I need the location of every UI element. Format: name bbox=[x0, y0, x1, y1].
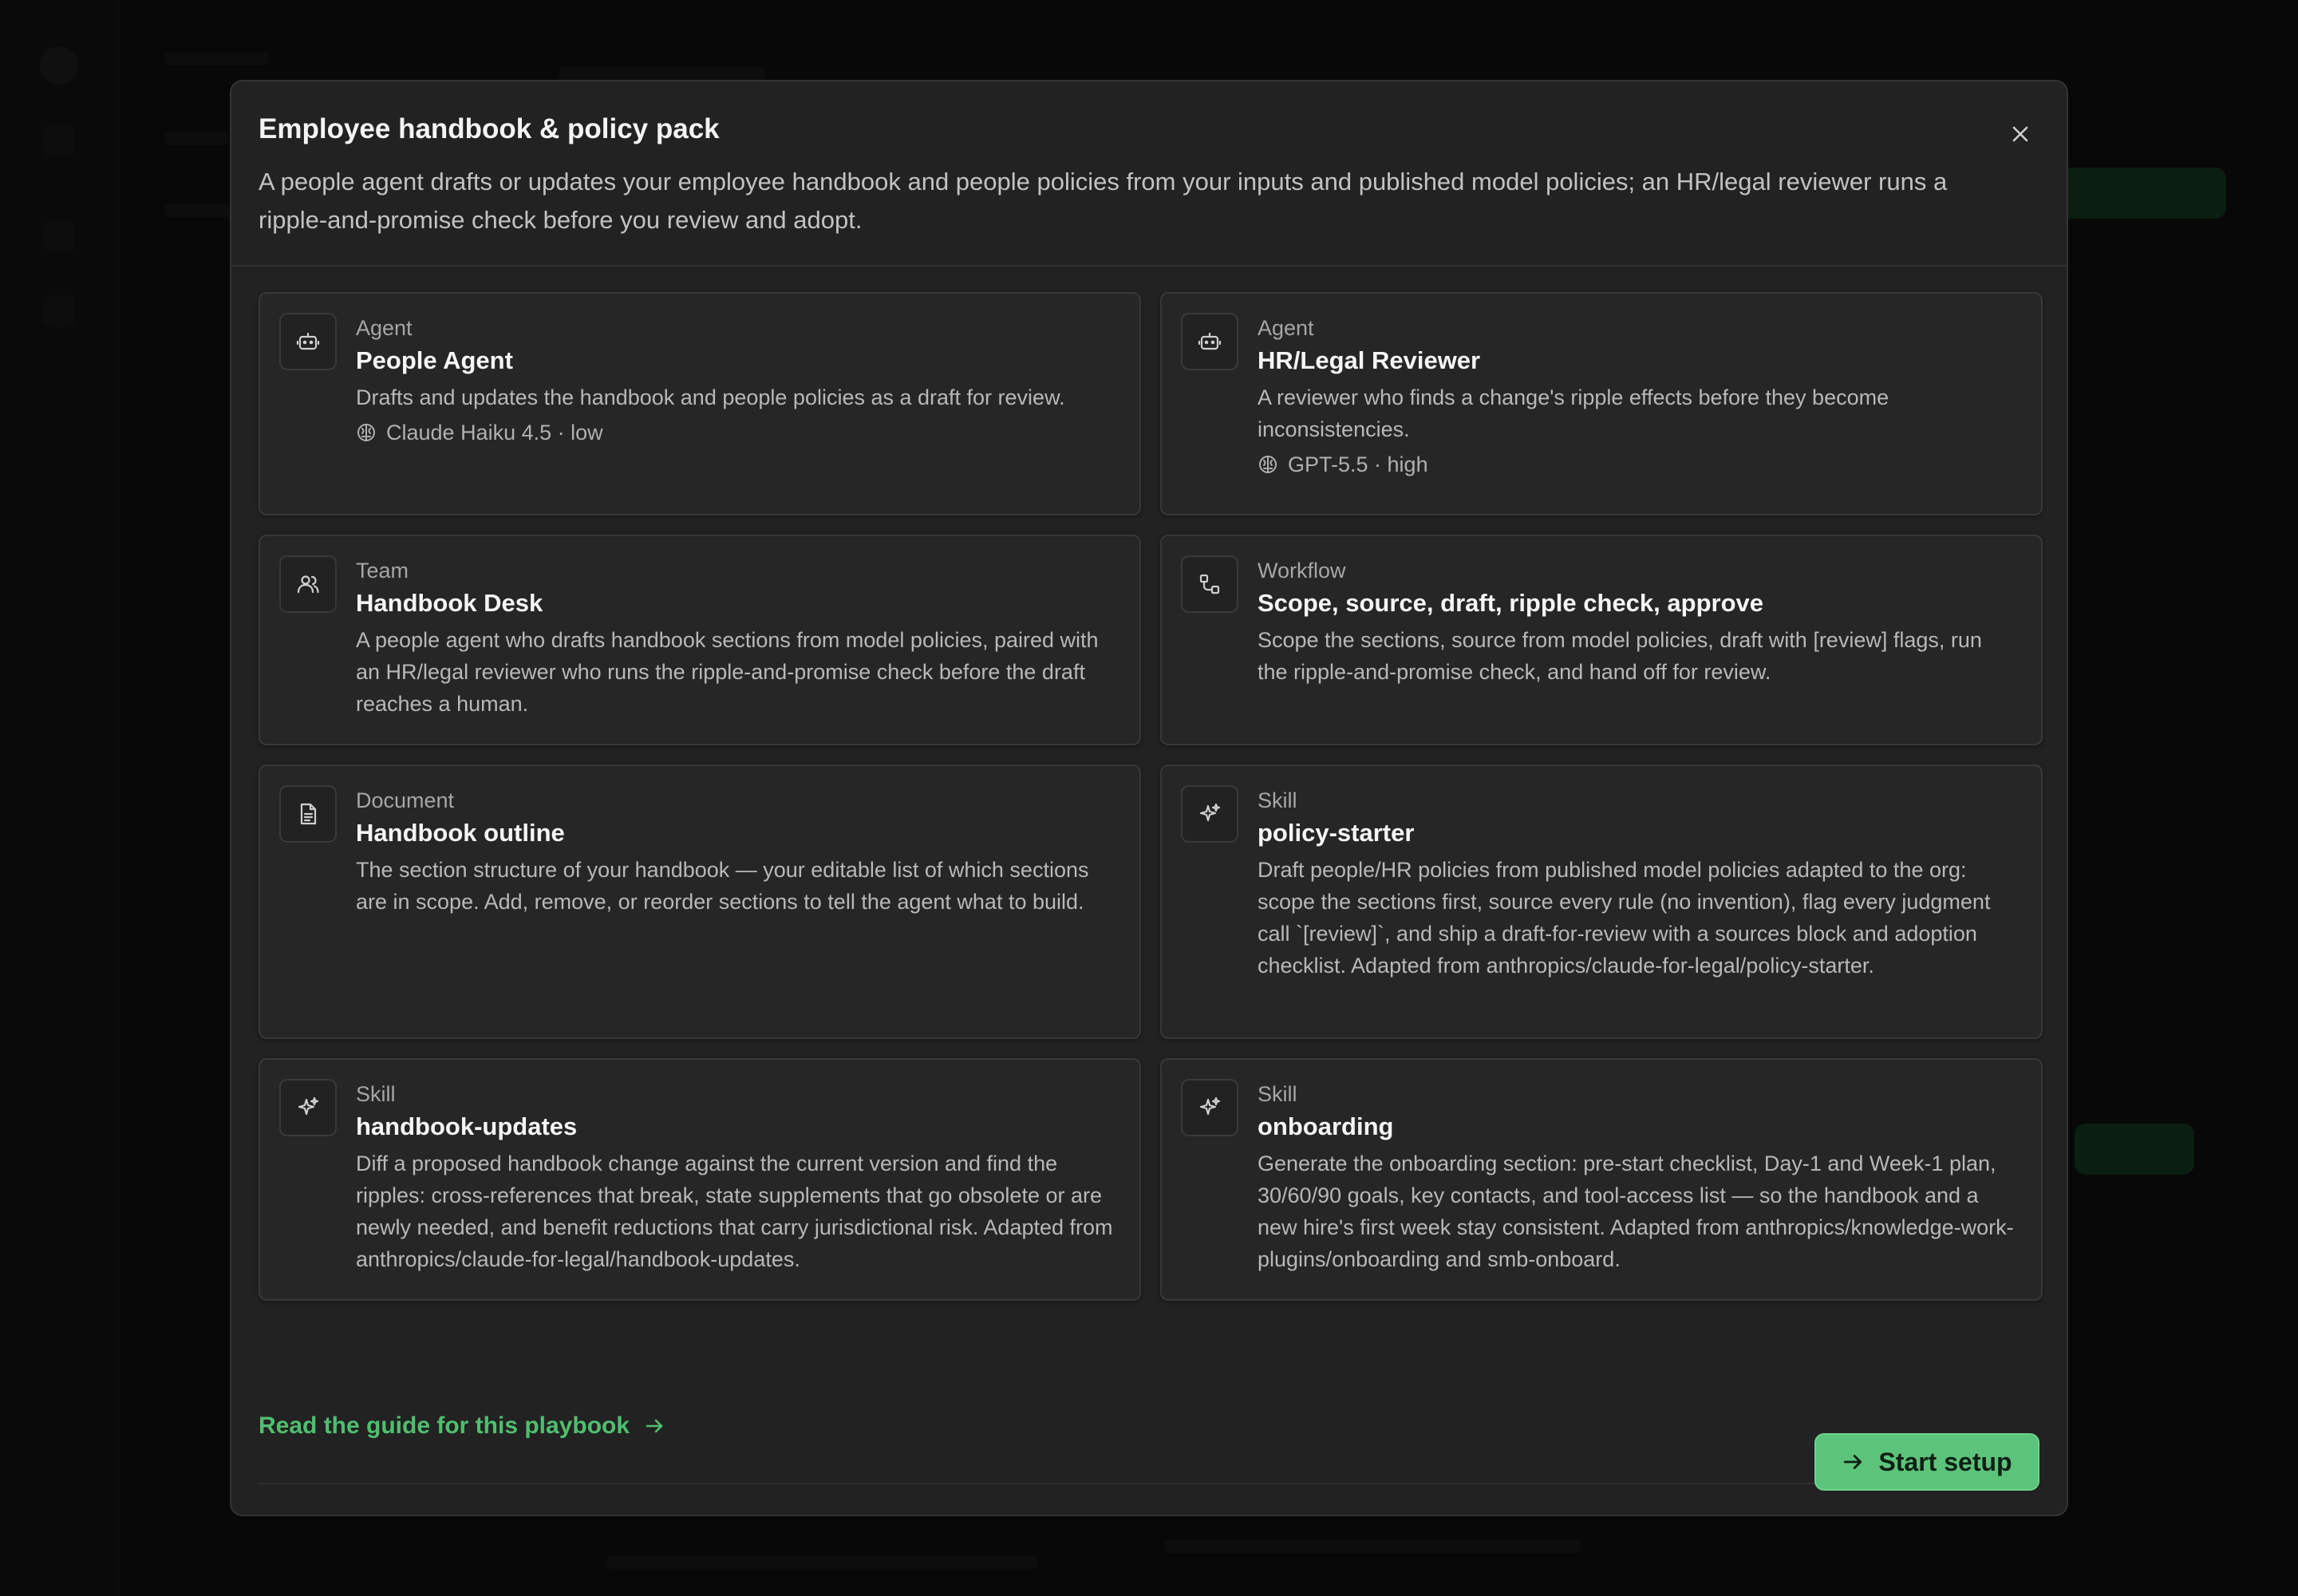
card-handbook-outline[interactable]: Document Handbook outline The section st… bbox=[259, 764, 1141, 1039]
sparkle-icon bbox=[1181, 785, 1238, 843]
modal-title: Employee handbook & policy pack bbox=[259, 113, 720, 144]
card-title: policy-starter bbox=[1258, 819, 1415, 847]
card-title: handbook-updates bbox=[356, 1112, 578, 1140]
card-onboarding[interactable]: Skill onboarding Generate the onboarding… bbox=[1160, 1058, 2043, 1301]
card-kind: Workflow bbox=[1258, 559, 1346, 583]
card-handbook-desk[interactable]: Team Handbook Desk A people agent who dr… bbox=[259, 535, 1141, 745]
card-kind: Agent bbox=[356, 316, 413, 340]
start-setup-button[interactable]: Start setup bbox=[1814, 1433, 2039, 1491]
close-button[interactable] bbox=[2001, 115, 2039, 153]
card-hr-legal-reviewer[interactable]: Agent HR/Legal Reviewer A reviewer who f… bbox=[1160, 292, 2043, 516]
start-setup-label: Start setup bbox=[1878, 1447, 2012, 1476]
footer-divider bbox=[259, 1483, 2039, 1484]
card-kind: Agent bbox=[1258, 316, 1314, 340]
card-kind: Skill bbox=[1258, 1082, 1297, 1106]
card-people-agent[interactable]: Agent People Agent Drafts and updates th… bbox=[259, 292, 1141, 516]
brain-icon bbox=[357, 424, 375, 441]
card-description: Scope the sections, source from model po… bbox=[1258, 628, 1982, 684]
close-icon bbox=[2012, 126, 2028, 142]
card-title: onboarding bbox=[1258, 1112, 1394, 1140]
guide-link-label: Read the guide for this playbook bbox=[259, 1412, 630, 1439]
card-description: Generate the onboarding section: pre-sta… bbox=[1258, 1152, 2014, 1271]
users-icon bbox=[279, 555, 337, 613]
guide-link[interactable]: Read the guide for this playbook bbox=[259, 1412, 665, 1440]
card-model: GPT-5.5 · high bbox=[1258, 448, 2017, 480]
arrow-right-icon bbox=[1844, 1455, 1862, 1469]
card-title: People Agent bbox=[356, 346, 513, 374]
card-title: HR/Legal Reviewer bbox=[1258, 346, 1481, 374]
model-label: GPT-5.5 · high bbox=[1288, 452, 1428, 476]
modal-header: Employee handbook & policy pack A people… bbox=[231, 81, 2067, 267]
card-description: Draft people/HR policies from published … bbox=[1258, 858, 1991, 978]
card-kind: Document bbox=[356, 788, 455, 812]
card-title: Handbook Desk bbox=[356, 589, 543, 617]
card-model: Claude Haiku 4.5 · low bbox=[356, 417, 1115, 448]
card-policy-starter[interactable]: Skill policy-starter Draft people/HR pol… bbox=[1160, 764, 2043, 1039]
card-kind: Skill bbox=[1258, 788, 1297, 812]
card-description: Diff a proposed handbook change against … bbox=[356, 1152, 1113, 1271]
card-description: The section structure of your handbook —… bbox=[356, 858, 1089, 914]
document-icon bbox=[279, 785, 337, 843]
workflow-icon bbox=[1181, 555, 1238, 613]
card-kind: Skill bbox=[356, 1082, 396, 1106]
robot-icon bbox=[1181, 313, 1238, 370]
sparkle-icon bbox=[1181, 1079, 1238, 1136]
card-description: A people agent who drafts handbook secti… bbox=[356, 628, 1099, 716]
sparkle-icon bbox=[279, 1079, 337, 1136]
modal-description: A people agent drafts or updates your em… bbox=[259, 168, 1948, 234]
card-title: Scope, source, draft, ripple check, appr… bbox=[1258, 589, 1763, 617]
card-workflow[interactable]: Workflow Scope, source, draft, ripple ch… bbox=[1160, 535, 2043, 745]
robot-icon bbox=[279, 313, 337, 370]
card-description: A reviewer who finds a change's ripple e… bbox=[1258, 385, 1889, 441]
card-title: Handbook outline bbox=[356, 819, 565, 847]
card-handbook-updates[interactable]: Skill handbook-updates Diff a proposed h… bbox=[259, 1058, 1141, 1301]
card-kind: Team bbox=[356, 559, 409, 583]
playbook-modal: Employee handbook & policy pack A people… bbox=[230, 80, 2068, 1516]
model-label: Claude Haiku 4.5 · low bbox=[386, 421, 603, 444]
brain-icon bbox=[1259, 456, 1277, 473]
card-description: Drafts and updates the handbook and peop… bbox=[356, 385, 1065, 409]
arrow-right-icon bbox=[646, 1419, 663, 1433]
